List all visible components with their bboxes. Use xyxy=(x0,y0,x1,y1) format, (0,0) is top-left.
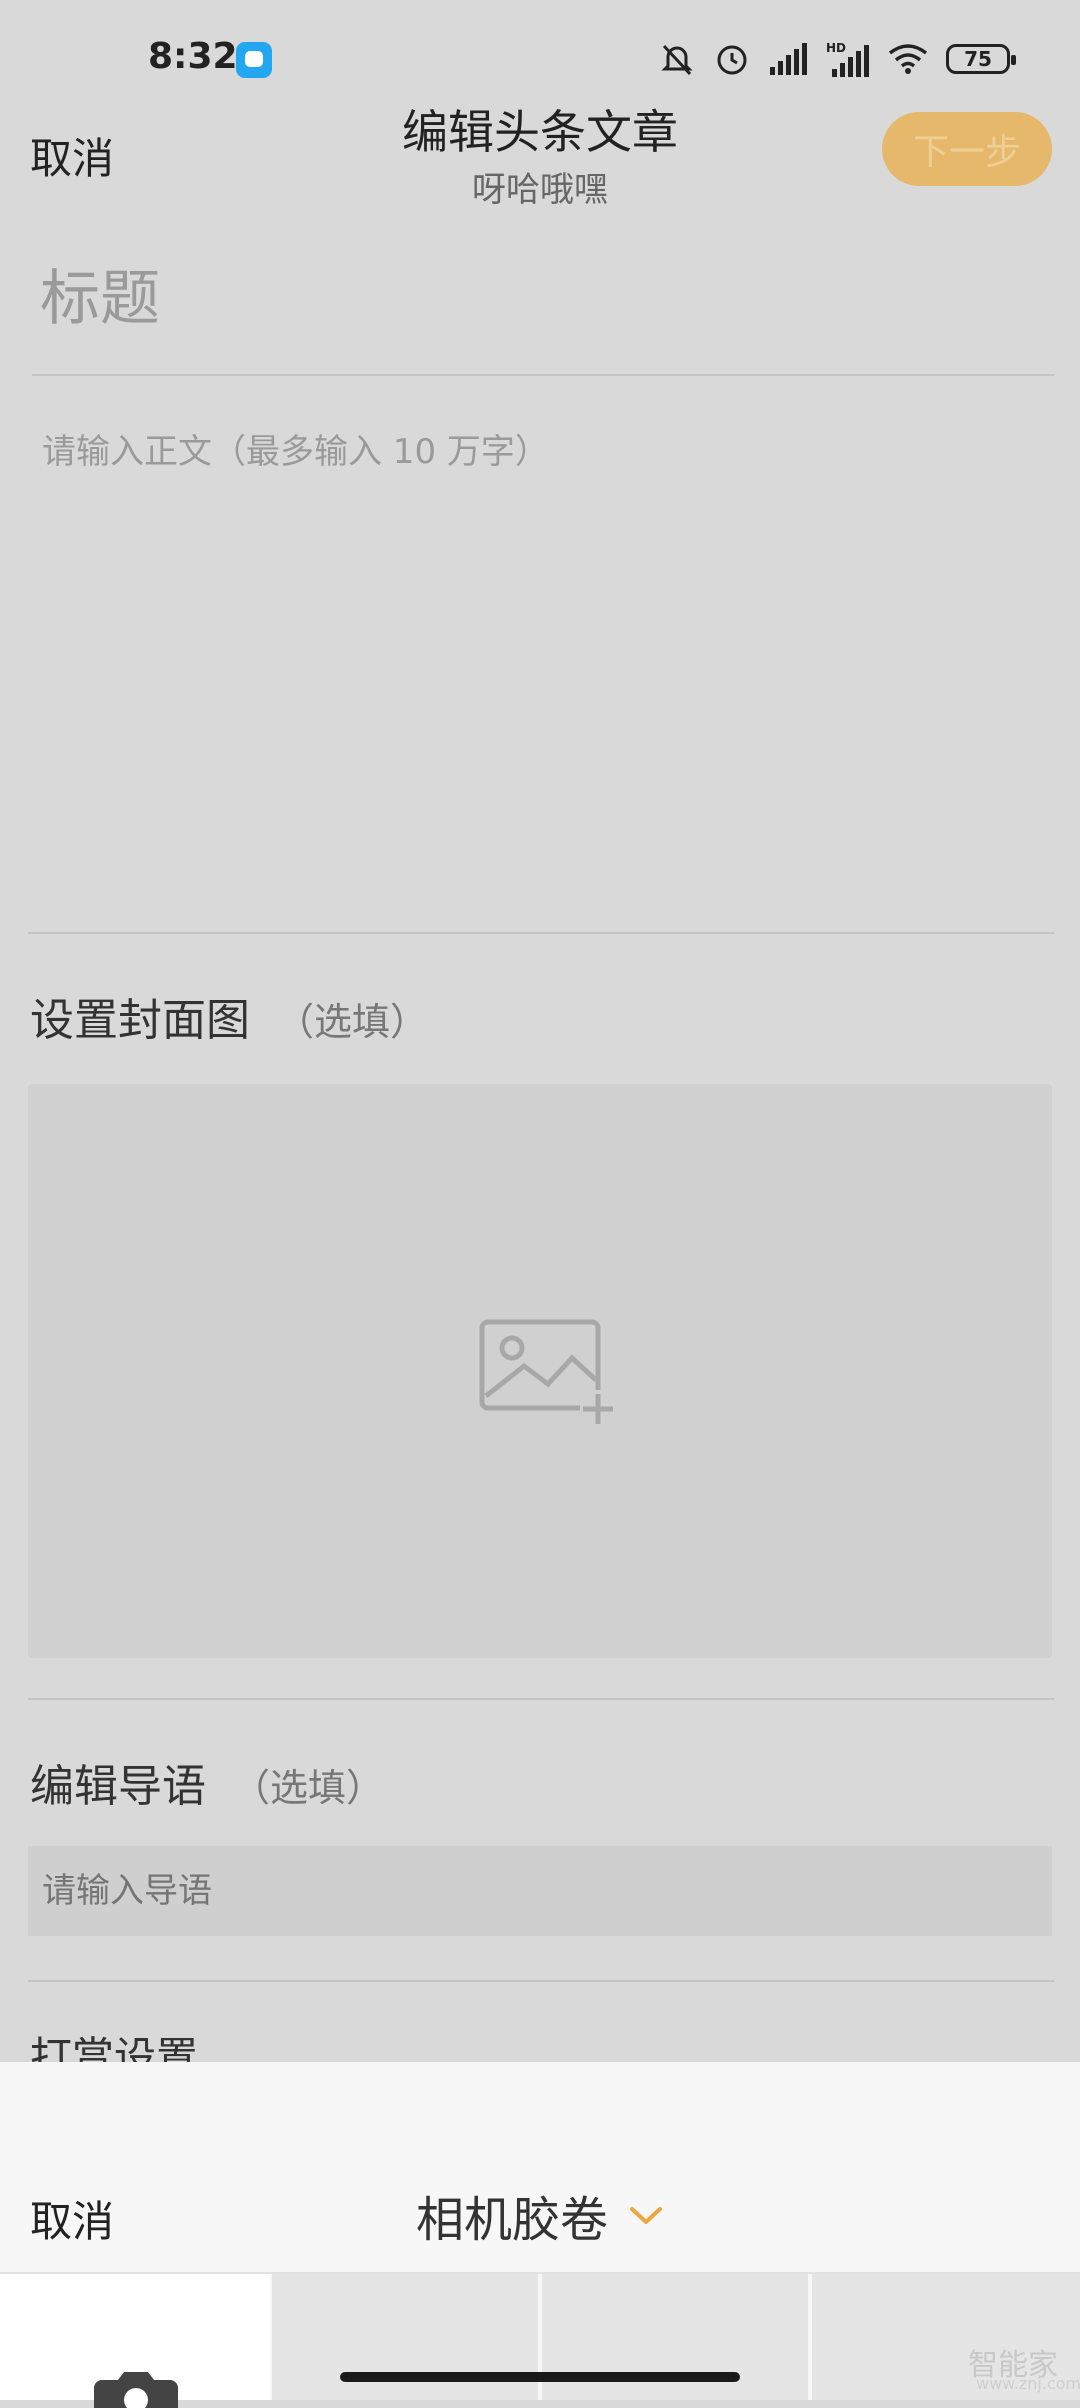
camera-icon xyxy=(94,2372,178,2408)
divider xyxy=(28,1698,1054,1700)
lead-section-header: 编辑导语 （选填） xyxy=(30,1750,384,1814)
svg-text:HD: HD xyxy=(826,41,846,55)
title-input[interactable]: 标题 xyxy=(40,250,160,337)
hd-signal-icon: HD xyxy=(826,41,869,77)
battery-icon: 75 xyxy=(946,44,1016,74)
lead-label: 编辑导语 xyxy=(30,1761,206,1812)
home-indicator[interactable] xyxy=(340,2372,740,2382)
lead-optional-hint: （选填） xyxy=(232,1766,385,1810)
cover-optional-hint: （选填） xyxy=(276,1000,429,1044)
watermark-url: www.znj.com xyxy=(976,2374,1080,2393)
add-image-icon xyxy=(479,1319,616,1426)
album-selector[interactable]: 相机胶卷 xyxy=(416,2180,666,2250)
next-step-button[interactable]: 下一步 xyxy=(882,112,1052,186)
divider xyxy=(28,1980,1054,1982)
wifi-icon xyxy=(888,44,928,74)
alarm-icon xyxy=(717,45,747,75)
lead-input[interactable] xyxy=(28,1846,1052,1936)
cover-label: 设置封面图 xyxy=(30,995,250,1046)
status-icons: HD 75 xyxy=(658,34,1016,84)
chevron-down-icon xyxy=(630,2207,663,2224)
app-badge-icon xyxy=(236,42,272,78)
divider xyxy=(28,932,1054,934)
picker-cancel-button[interactable]: 取消 xyxy=(30,2188,114,2249)
album-label: 相机胶卷 xyxy=(416,2192,609,2248)
mute-icon xyxy=(661,44,693,76)
status-time: 8:32 xyxy=(148,36,238,77)
body-input[interactable]: 请输入正文（最多输入 10 万字） xyxy=(42,424,549,473)
signal-icon xyxy=(770,43,807,75)
divider xyxy=(32,374,1054,376)
cover-section-header: 设置封面图 （选填） xyxy=(30,984,428,1048)
